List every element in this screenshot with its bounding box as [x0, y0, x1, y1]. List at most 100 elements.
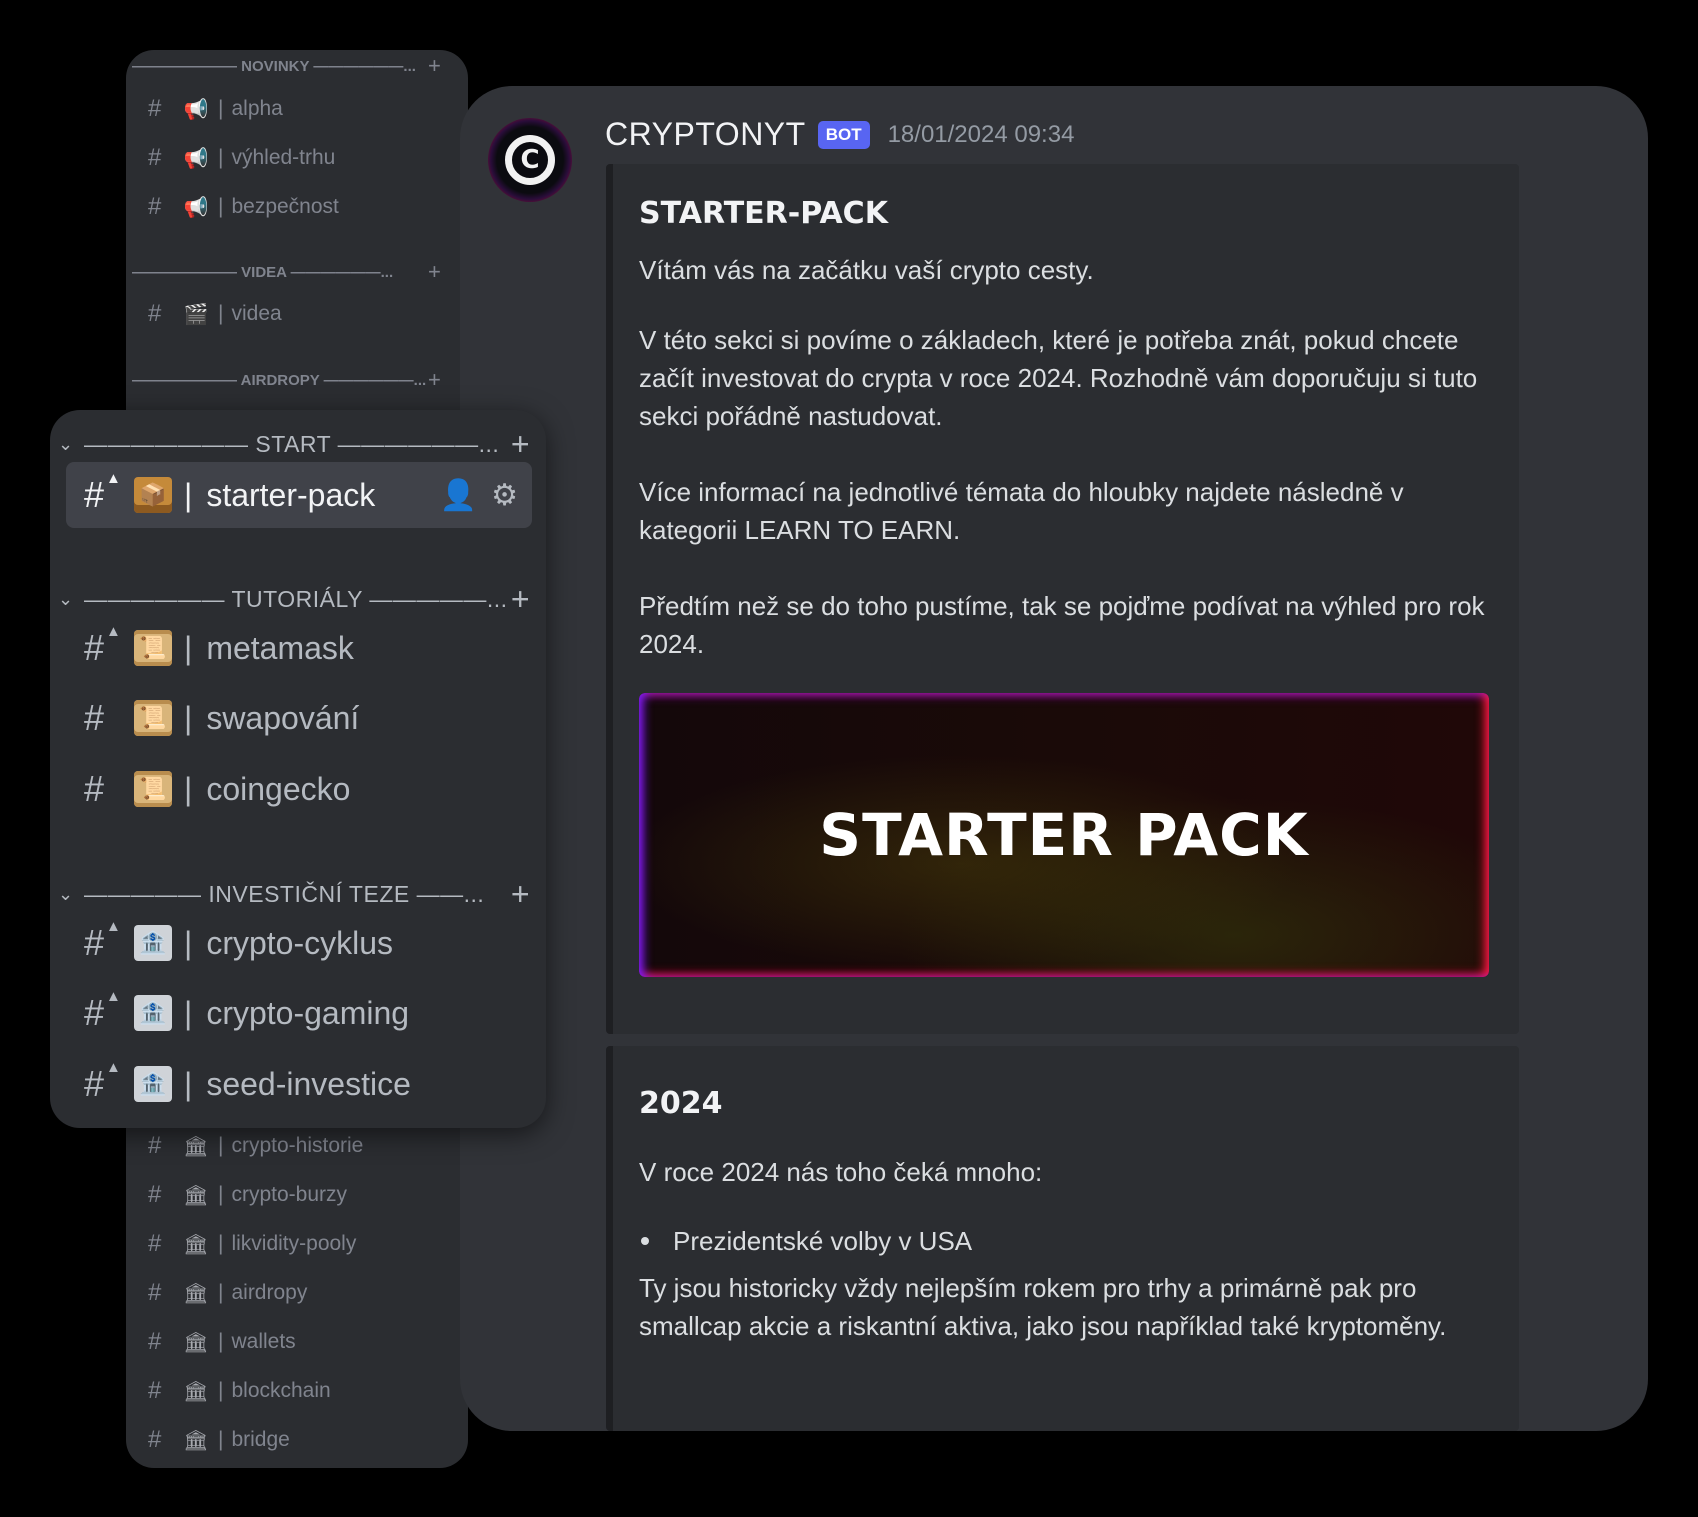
separator: | — [218, 195, 224, 218]
message-header: CRYPTONYT BOT 18/01/2024 09:34 — [605, 116, 1074, 153]
separator: | — [218, 1330, 224, 1353]
bank-icon: 🏛 — [183, 1331, 209, 1354]
channel-hash-icon: # ▲ — [84, 1059, 121, 1104]
bank-icon: 🏛 — [183, 1380, 209, 1403]
channel-name: wallets — [231, 1330, 296, 1353]
channel-name: likvidity-pooly — [231, 1232, 357, 1255]
channel-hash-icon: # — [148, 1328, 162, 1355]
bank-icon: 🏦 — [134, 995, 172, 1031]
lock-icon: ▲ — [106, 988, 121, 1005]
channel-name: blockchain — [231, 1379, 331, 1402]
channel-bezpecnost[interactable]: # 📢 | bezpečnost — [148, 190, 339, 224]
category-tutorialy[interactable]: ⌄ —————— TUTORIÁLY —————... + — [58, 581, 530, 617]
bot-badge: BOT — [817, 120, 870, 149]
embed-title: 2024 — [639, 1086, 723, 1121]
separator: | — [218, 1183, 224, 1206]
channel-name: airdropy — [231, 1281, 308, 1304]
channel-hash-icon: # — [148, 1132, 162, 1159]
separator: | — [218, 1232, 224, 1255]
channel-crypto-cyklus[interactable]: # ▲ 🏦 | crypto-cyklus — [66, 910, 532, 976]
channel-crypto-historie[interactable]: # 🏛 | crypto-historie — [148, 1129, 363, 1163]
channel-videa[interactable]: # 🎬 | videa — [148, 297, 282, 331]
add-member-icon[interactable]: 👤 — [440, 478, 477, 513]
avatar-letter: C — [520, 145, 540, 175]
channel-name: starter-pack — [206, 476, 376, 513]
message-timestamp: 18/01/2024 09:34 — [887, 120, 1075, 148]
channel-name: alpha — [231, 97, 283, 120]
channel-name: metamask — [206, 629, 354, 666]
bank-icon: 🏛 — [183, 1135, 209, 1158]
channel-name: crypto-historie — [231, 1134, 364, 1157]
category-label: ——————— NOVINKY ——————... — [132, 57, 416, 75]
add-channel-icon[interactable]: + — [428, 259, 441, 285]
channel-hash-icon: # — [84, 768, 105, 809]
separator: | — [184, 1065, 193, 1102]
channel-crypto-gaming[interactable]: # ▲ 🏦 | crypto-gaming — [66, 980, 532, 1046]
separator: | — [218, 302, 224, 325]
separator: | — [218, 1379, 224, 1402]
channel-hash-icon: # — [148, 1230, 162, 1257]
add-channel-icon[interactable]: + — [511, 876, 530, 913]
bank-icon: 🏛 — [183, 1429, 209, 1452]
category-airdropy[interactable]: ——————— AIRDROPY ——————... + — [132, 367, 441, 392]
clapperboard-icon: 🎬 — [183, 303, 209, 326]
separator: | — [184, 699, 193, 736]
channel-metamask[interactable]: # ▲ 📜 | metamask — [66, 615, 532, 681]
add-channel-icon[interactable]: + — [511, 581, 530, 618]
channel-coingecko[interactable]: # 📜 | coingecko — [66, 756, 532, 822]
channel-name: coingecko — [206, 770, 351, 807]
channel-hash-icon: # — [148, 300, 162, 327]
channel-swapovani[interactable]: # 📜 | swapování — [66, 685, 532, 751]
channel-blockchain[interactable]: # 🏛 | blockchain — [148, 1374, 331, 1408]
banner-text: STARTER PACK — [819, 801, 1309, 869]
channel-likvidity-pooly[interactable]: # 🏛 | likvidity-pooly — [148, 1227, 356, 1261]
channel-actions: 👤 ⚙ — [440, 478, 518, 513]
megaphone-icon: 📢 — [183, 196, 209, 219]
category-label: —————— TUTORIÁLY —————... — [84, 585, 508, 612]
embed-2024: 2024 V roce 2024 nás toho čeká mnoho: Pr… — [606, 1046, 1519, 1431]
add-channel-icon[interactable]: + — [428, 53, 441, 79]
channel-seed-investice[interactable]: # ▲ 🏦 | seed-investice — [66, 1051, 532, 1117]
embed-paragraph: V roce 2024 nás toho čeká mnoho: — [639, 1157, 1043, 1187]
author-name[interactable]: CRYPTONYT — [605, 116, 806, 153]
channel-name: swapování — [206, 699, 360, 736]
category-label: ——————— VIDEA ——————... — [132, 263, 394, 281]
logo-icon: C — [505, 135, 555, 185]
channel-hash-icon: # ▲ — [84, 470, 121, 515]
channel-vyhled-trhu[interactable]: # 📢 | výhled-trhu — [148, 141, 335, 175]
lock-icon: ▲ — [106, 1059, 121, 1076]
embed-banner-image[interactable]: STARTER PACK — [639, 693, 1489, 977]
megaphone-icon: 📢 — [183, 98, 209, 121]
channel-wallets[interactable]: # 🏛 | wallets — [148, 1325, 296, 1359]
separator: | — [218, 97, 224, 120]
channel-airdropy[interactable]: # 🏛 | airdropy — [148, 1276, 307, 1310]
category-novinky[interactable]: ——————— NOVINKY ——————... + — [132, 53, 441, 78]
channel-crypto-burzy[interactable]: # 🏛 | crypto-burzy — [148, 1178, 347, 1212]
add-channel-icon[interactable]: + — [511, 426, 530, 463]
category-label: ————— INVESTIČNÍ TEZE ——... — [84, 880, 485, 907]
scroll-icon: 📜 — [134, 700, 172, 736]
list-item: Prezidentské volby v USA — [639, 1221, 1491, 1261]
category-start[interactable]: ⌄ ——————— START ——————... + — [58, 426, 530, 462]
channel-hash-icon: # — [148, 144, 162, 171]
embed-title: STARTER-PACK — [639, 196, 888, 231]
channel-alpha[interactable]: # 📢 | alpha — [148, 92, 283, 126]
category-videa[interactable]: ——————— VIDEA ——————... + — [132, 259, 441, 284]
package-icon: 📦 — [134, 477, 172, 513]
bot-avatar[interactable]: C — [488, 118, 572, 202]
category-investicni-teze[interactable]: ⌄ ————— INVESTIČNÍ TEZE ——... + — [58, 876, 530, 912]
channel-name: crypto-gaming — [206, 994, 410, 1031]
channel-bridge[interactable]: # 🏛 | bridge — [148, 1423, 290, 1457]
channel-hash-icon: # — [148, 1181, 162, 1208]
channel-hash-icon: # ▲ — [84, 623, 121, 668]
embed-paragraph: Vítám vás na začátku vaší crypto cesty. — [639, 255, 1094, 285]
chevron-down-icon: ⌄ — [58, 433, 74, 454]
channel-starter-pack[interactable]: # ▲ 📦 | starter-pack 👤 ⚙ — [66, 462, 532, 528]
separator: | — [218, 1281, 224, 1304]
channel-hash-icon: # ▲ — [84, 918, 121, 963]
lock-icon: ▲ — [106, 470, 121, 487]
separator: | — [218, 146, 224, 169]
gear-icon[interactable]: ⚙ — [491, 478, 518, 513]
bank-icon: 🏛 — [183, 1282, 209, 1305]
add-channel-icon[interactable]: + — [428, 367, 441, 393]
